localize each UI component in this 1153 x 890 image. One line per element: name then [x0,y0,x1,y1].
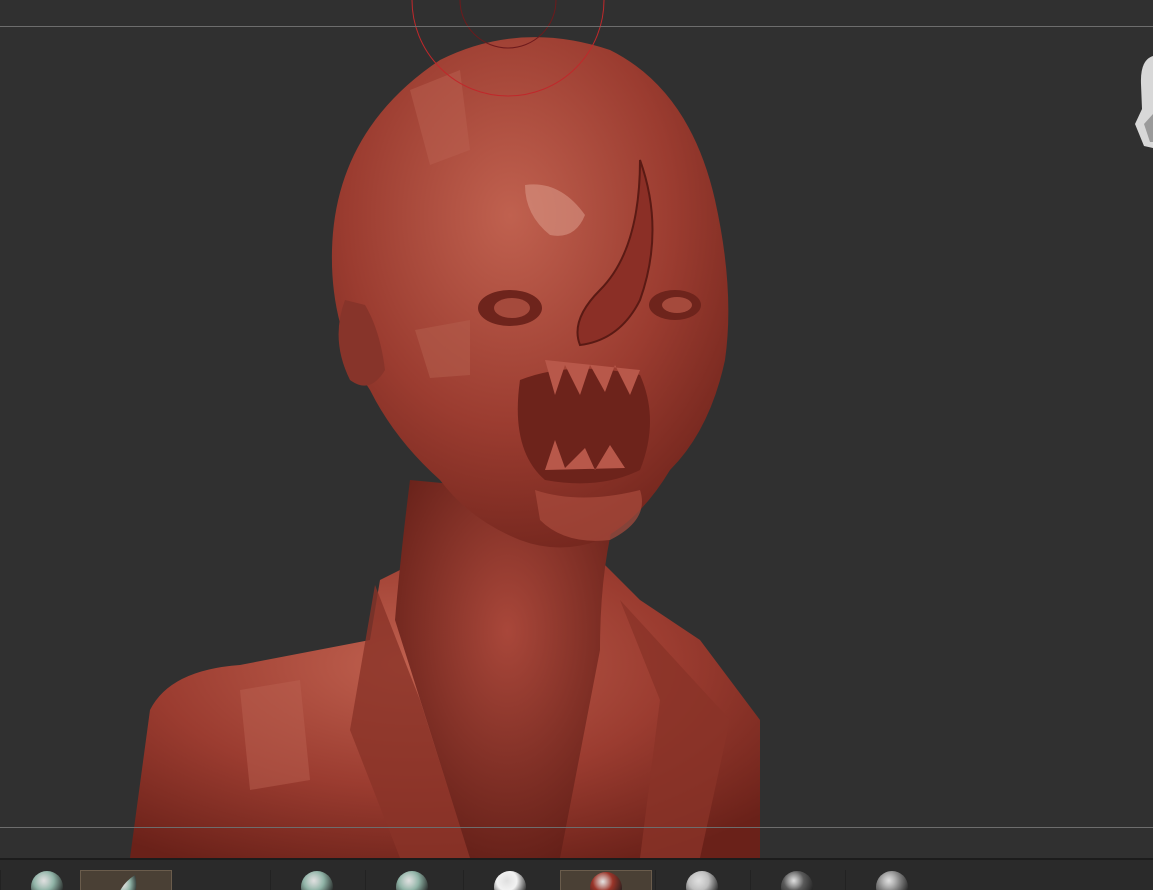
claybuildup-brush-icon[interactable] [109,871,143,890]
viewport-guide-bottom [0,827,1153,828]
shelf-slot-gray-material[interactable] [845,870,937,890]
shelf-slot-claybuildup-brush[interactable] [80,870,172,890]
smooth-brush-icon[interactable] [300,870,334,890]
head-navigation-icon[interactable] [1132,54,1153,148]
shoulder-facet [240,680,310,790]
viewport-guide-top [0,26,1153,27]
eyeball-right [662,297,692,313]
white-material-icon[interactable] [493,870,527,890]
sculpt-canvas[interactable] [0,0,1153,858]
dark-material-icon[interactable] [780,870,814,890]
shelf-slot-chrome-material[interactable] [655,870,747,890]
red-wax-material-icon[interactable] [589,871,623,890]
shelf-slot-smooth-brush[interactable] [270,870,362,890]
brush-material-shelf [0,858,1153,890]
shelf-slot-red-wax-material[interactable] [560,870,652,890]
eyeball-left [494,298,530,318]
alpha-brush-icon[interactable] [395,870,429,890]
sculpt-brush-icon[interactable] [30,870,64,890]
shelf-slot-sculpt-brush[interactable] [0,870,92,890]
shelf-slot-white-material[interactable] [463,870,555,890]
shelf-slot-dark-material[interactable] [750,870,842,890]
shelf-slot-alpha-brush[interactable] [365,870,457,890]
chrome-material-icon[interactable] [685,870,719,890]
3d-viewport[interactable] [0,0,1153,858]
gray-material-icon[interactable] [875,870,909,890]
